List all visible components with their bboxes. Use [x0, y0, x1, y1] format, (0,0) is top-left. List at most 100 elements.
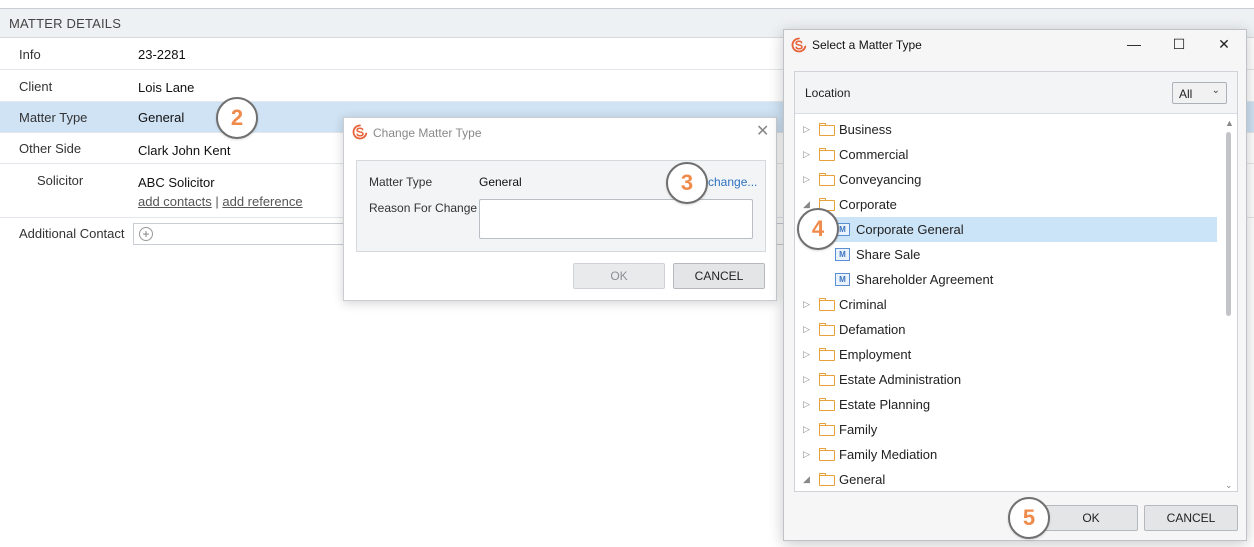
tree-folder-item[interactable]: ▷ Business: [797, 117, 1217, 142]
collapsed-arrow-icon[interactable]: ▷: [803, 367, 810, 392]
scrollbar-thumb[interactable]: [1226, 132, 1231, 316]
window-close-icon[interactable]: ✕: [1214, 36, 1234, 53]
tree-item-label: Family Mediation: [839, 447, 938, 462]
tree-matter-type-item[interactable]: M Corporate General: [829, 217, 1217, 242]
collapsed-arrow-icon[interactable]: ▷: [803, 142, 810, 167]
matter-type-field-value: General: [479, 175, 522, 189]
scroll-down-icon[interactable]: ⌄: [1225, 480, 1233, 491]
location-dropdown[interactable]: All ⌄: [1172, 82, 1227, 104]
tree-item-label: Estate Planning: [839, 397, 931, 412]
tree-folder-item[interactable]: ◢ Corporate: [797, 192, 1217, 217]
tree-folder-item[interactable]: ▷ Family Mediation: [797, 442, 1217, 467]
tree-item-label: Shareholder Agreement: [856, 272, 994, 287]
change-matter-type-link[interactable]: change...: [708, 175, 757, 189]
change-dialog-close-icon[interactable]: ✕: [756, 124, 769, 140]
folder-icon: [819, 423, 835, 436]
app-logo-icon: [791, 37, 807, 53]
reason-for-change-label: Reason For Change: [369, 201, 478, 215]
solicitor-links: add contacts | add reference: [138, 194, 303, 209]
tree-folder-item[interactable]: ▷ Family: [797, 417, 1217, 442]
location-dropdown-value: All: [1179, 87, 1193, 101]
tree-folder-item[interactable]: ▷ Estate Administration: [797, 367, 1217, 392]
collapsed-arrow-icon[interactable]: ▷: [803, 442, 810, 467]
add-contact-plus-icon[interactable]: +: [139, 227, 153, 241]
tree-folder-item[interactable]: ▷ Commercial: [797, 142, 1217, 167]
folder-icon: [819, 373, 835, 386]
client-value[interactable]: Lois Lane: [138, 80, 194, 95]
folder-icon: [819, 448, 835, 461]
other-side-value[interactable]: Clark John Kent: [138, 143, 231, 158]
links-separator: |: [215, 194, 219, 209]
tree-matter-type-item[interactable]: M Shareholder Agreement: [829, 267, 1217, 292]
collapsed-arrow-icon[interactable]: ▷: [803, 117, 810, 142]
tree-item-label: Employment: [839, 347, 912, 362]
tree-folder-item[interactable]: ▷ Employment: [797, 342, 1217, 367]
add-reference-link[interactable]: add reference: [222, 194, 302, 209]
info-value: 23-2281: [138, 47, 186, 62]
maximize-icon[interactable]: ☐: [1169, 36, 1189, 53]
solicitor-value[interactable]: ABC Solicitor: [138, 175, 215, 190]
minimize-icon[interactable]: —: [1124, 36, 1144, 52]
reason-for-change-input[interactable]: [479, 199, 753, 239]
select-window-title: Select a Matter Type: [812, 38, 922, 52]
expanded-arrow-icon[interactable]: ◢: [803, 467, 810, 492]
collapsed-arrow-icon[interactable]: ▷: [803, 342, 810, 367]
matter-type-icon: M: [835, 273, 850, 286]
collapsed-arrow-icon[interactable]: ▷: [803, 292, 810, 317]
collapsed-arrow-icon[interactable]: ▷: [803, 167, 810, 192]
tree-folder-item[interactable]: ▷ Conveyancing: [797, 167, 1217, 192]
change-dialog-cancel-button[interactable]: CANCEL: [673, 263, 765, 289]
select-matter-type-window: Select a Matter Type — ☐ ✕ Location All …: [783, 29, 1247, 541]
change-matter-type-dialog: Change Matter Type ✕ Matter Type General…: [343, 117, 777, 301]
collapsed-arrow-icon[interactable]: ▷: [803, 392, 810, 417]
tree-folder-item[interactable]: ▷ Estate Planning: [797, 392, 1217, 417]
matter-type-value[interactable]: General: [138, 110, 184, 125]
change-dialog-ok-button[interactable]: OK: [573, 263, 665, 289]
scroll-up-icon[interactable]: ▲: [1225, 118, 1234, 128]
solicitor-label: Solicitor: [37, 173, 84, 188]
change-dialog-title: Change Matter Type: [373, 126, 482, 140]
folder-icon: [819, 323, 835, 336]
top-strip: [0, 0, 1254, 8]
tree-item-label: General: [839, 472, 886, 487]
location-label: Location: [805, 86, 851, 100]
matter-type-icon: M: [835, 248, 850, 261]
add-contacts-link[interactable]: add contacts: [138, 194, 212, 209]
tree-matter-type-item[interactable]: M Share Sale: [829, 242, 1217, 267]
chevron-down-icon: ⌄: [1211, 85, 1220, 96]
step-marker-3: 3: [666, 162, 708, 204]
folder-icon: [819, 348, 835, 361]
folder-icon: [819, 173, 835, 186]
client-label: Client: [19, 79, 53, 94]
matter-type-tree-panel: Location All ⌄ ▷ Business ▷ Commercial ▷ Conv…: [794, 71, 1238, 492]
tree-folder-item[interactable]: ▷ Criminal: [797, 292, 1217, 317]
tree-item-label: Corporate: [839, 197, 897, 212]
matter-type-label: Matter Type: [19, 110, 88, 125]
select-cancel-button[interactable]: CANCEL: [1144, 505, 1238, 531]
other-side-label: Other Side: [19, 141, 82, 156]
folder-icon: [819, 148, 835, 161]
tree-item-label: Corporate General: [856, 222, 964, 237]
folder-icon: [819, 123, 835, 136]
folder-icon: [819, 473, 835, 486]
tree-item-label: Estate Administration: [839, 372, 962, 387]
step-marker-5: 5: [1008, 497, 1050, 539]
tree-item-label: Conveyancing: [839, 172, 922, 187]
tree-scrollbar[interactable]: ▲ ⌄: [1223, 116, 1236, 491]
additional-contact-label: Additional Contact: [19, 226, 125, 241]
tree-item-label: Family: [839, 422, 878, 437]
matter-details-title: MATTER DETAILS: [9, 16, 122, 31]
collapsed-arrow-icon[interactable]: ▷: [803, 317, 810, 342]
collapsed-arrow-icon[interactable]: ▷: [803, 417, 810, 442]
tree-item-label: Defamation: [839, 322, 906, 337]
tree-item-label: Commercial: [839, 147, 909, 162]
select-ok-button[interactable]: OK: [1044, 505, 1138, 531]
tree-folder-item[interactable]: ◢ General: [797, 467, 1217, 492]
tree-item-label: Business: [839, 122, 892, 137]
tree-item-label: Share Sale: [856, 247, 921, 262]
folder-icon: [819, 298, 835, 311]
tree-item-label: Criminal: [839, 297, 887, 312]
tree-folder-item[interactable]: ▷ Defamation: [797, 317, 1217, 342]
app-logo-icon: [352, 124, 368, 140]
folder-icon: [819, 398, 835, 411]
